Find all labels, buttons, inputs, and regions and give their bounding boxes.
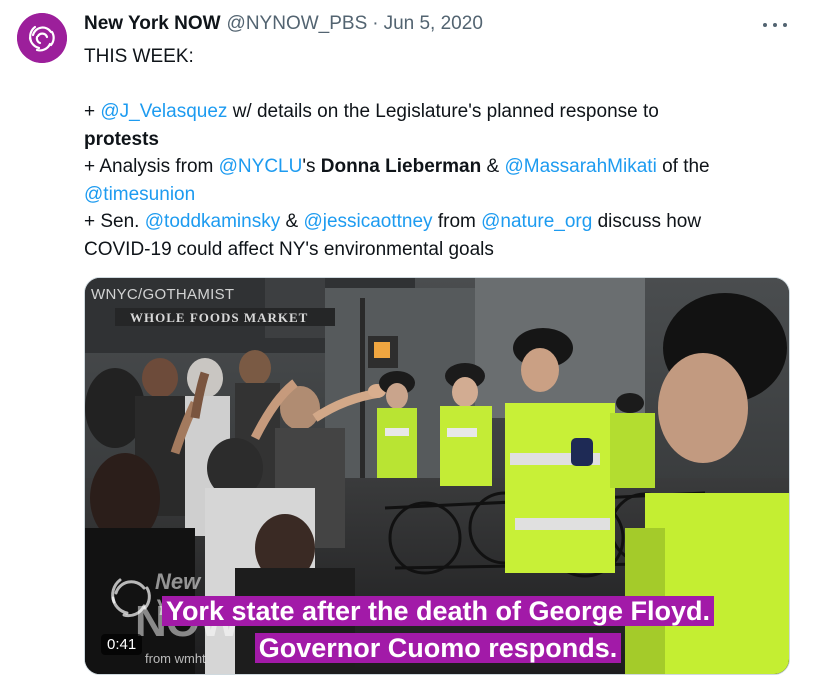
more-options-button[interactable] — [763, 18, 787, 32]
tweet-line: @timesunion — [84, 181, 784, 209]
mention-link[interactable]: @J_Velasquez — [100, 101, 227, 122]
tweet-header: New York NOW @NYNOW_PBS · Jun 5, 2020 — [84, 13, 483, 39]
tweet-line: + Analysis from @NYCLU's Donna Lieberman… — [84, 156, 710, 177]
tweet-line: protests — [84, 128, 159, 150]
tweet-line: + @J_Velasquez w/ details on the Legisla… — [84, 101, 659, 122]
tweet-line: COVID-19 could affect NY's environmental… — [84, 238, 494, 260]
tweet-line: THIS WEEK: — [84, 46, 194, 67]
mention-link[interactable]: @nature_org — [481, 211, 592, 232]
more-horizontal-icon — [783, 23, 787, 27]
video-timestamp: 0:41 — [101, 634, 143, 655]
video-player[interactable]: WHOLE FOODS MARKET WNYC/GOTHAMIST New fr… — [84, 277, 790, 675]
video-watermark: WNYC/GOTHAMIST — [91, 286, 235, 303]
video-caption-line-1: York state after the death of George Flo… — [85, 594, 789, 628]
header-separator: · — [372, 13, 379, 34]
police-patch-icon — [571, 438, 593, 466]
author-name[interactable]: New York NOW — [84, 13, 221, 35]
mention-link[interactable]: @timesunion — [84, 184, 195, 205]
mention-link[interactable]: @NYCLU — [219, 156, 303, 177]
avatar[interactable] — [17, 13, 67, 63]
mention-link[interactable]: @MassarahMikati — [504, 156, 656, 177]
mention-link[interactable]: @jessicaottney — [303, 211, 432, 232]
tweet-text: THIS WEEK: + @J_Velasquez w/ details on … — [84, 43, 784, 263]
author-handle[interactable]: @NYNOW_PBS — [227, 13, 368, 35]
more-horizontal-icon — [763, 23, 767, 27]
mention-link[interactable]: @toddkaminsky — [145, 211, 280, 232]
video-caption-line-2: Governor Cuomo responds. — [85, 631, 789, 665]
swirl-logo-icon — [17, 13, 67, 63]
storefront-sign: WHOLE FOODS MARKET — [130, 310, 308, 325]
tweet-line: + Sen. @toddkaminsky & @jessicaottney fr… — [84, 211, 702, 232]
more-horizontal-icon — [773, 23, 777, 27]
tweet-date[interactable]: Jun 5, 2020 — [384, 13, 483, 35]
